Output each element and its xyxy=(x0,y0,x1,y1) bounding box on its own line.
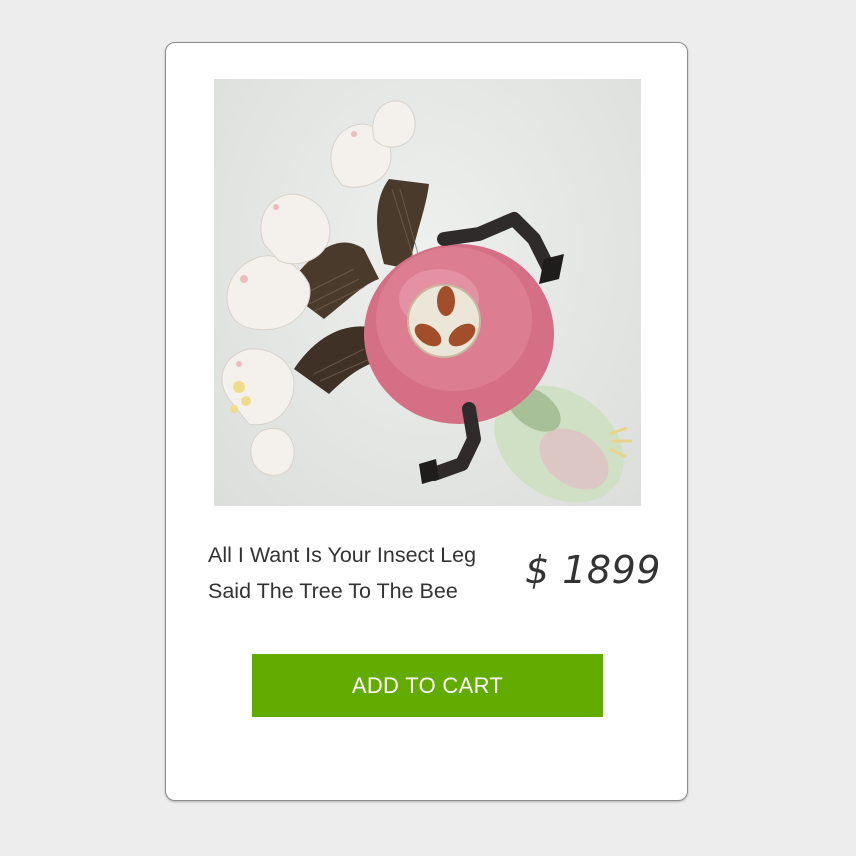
product-title-line-2: Said The Tree To The Bee xyxy=(208,579,458,603)
product-title-line-1: All I Want Is Your Insect Leg xyxy=(208,543,477,567)
product-image[interactable] xyxy=(214,79,641,506)
product-price: $ 1899 xyxy=(525,548,661,592)
product-title: All I Want Is Your Insect Leg Said The T… xyxy=(208,537,518,609)
add-to-cart-button[interactable]: ADD TO CART xyxy=(252,654,603,717)
product-card: All I Want Is Your Insect Leg Said The T… xyxy=(165,42,688,801)
ceramic-sculpture-illustration xyxy=(221,100,632,503)
